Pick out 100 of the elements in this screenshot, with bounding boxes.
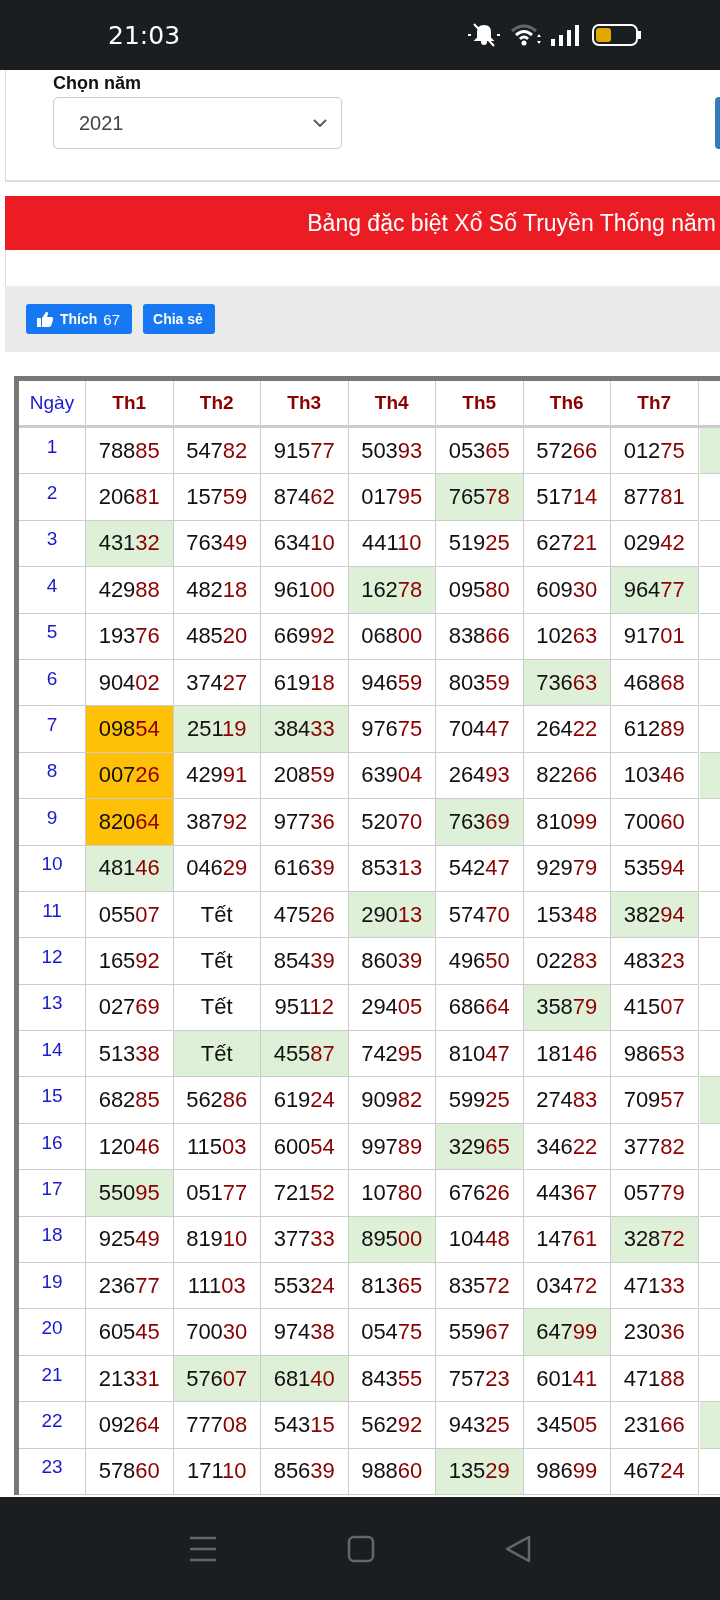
result-number: 85439 [273,948,335,974]
result-number: 51338 [98,1040,160,1067]
result-number: 60930 [536,576,598,603]
result-number: 47133 [623,1272,685,1299]
result-number: 53594 [623,855,685,882]
result-number: 02942 [623,530,685,557]
result-number: 60141 [536,1365,598,1392]
result-number: 76578 [448,484,510,511]
result-number: 59925 [448,1087,510,1114]
banner-title: Bảng đặc biệt Xổ Số Truyền Thống năm [307,209,716,237]
result-number: 19376 [98,623,160,650]
result-number: 41507 [623,994,685,1021]
result-number: 16592 [98,948,160,974]
result-number: 87462 [273,484,335,511]
result-number: 49650 [448,948,510,974]
result-number: 05365 [448,437,510,464]
result-number: 99789 [361,1133,423,1160]
result-number: 81365 [361,1272,423,1299]
result-number: 81047 [448,1040,510,1067]
back-triangle-icon[interactable] [505,1534,531,1563]
result-number: 86039 [361,948,423,974]
result-number: 60054 [273,1133,335,1160]
result-number: 13529 [448,1458,510,1485]
menu-icon[interactable] [189,1535,217,1562]
result-number: 92979 [536,855,598,882]
result-number: 09264 [98,1411,160,1438]
result-number: 81910 [186,1226,248,1253]
result-number: 38294 [623,901,685,928]
share-button[interactable]: Chia sẻ [143,304,215,334]
result-number: 18146 [536,1040,598,1067]
holiday-cell: Tết [173,938,261,985]
result-number: 02769 [98,994,160,1021]
year-select[interactable]: 2021 [53,97,342,149]
result-number: 15759 [186,484,248,511]
result-number: 57470 [448,901,510,928]
result-number: 10346 [623,762,685,789]
result-number: 27483 [536,1087,598,1114]
result-number: 23677 [98,1272,160,1299]
result-number: 44110 [361,530,422,557]
result-number: 26422 [536,716,598,743]
result-number: 68140 [273,1365,335,1392]
result-number: 55095 [98,1179,160,1206]
chevron-down-icon [313,118,327,128]
result-number: 10448 [448,1226,510,1253]
result-number: 57860 [98,1458,160,1485]
side-button[interactable] [715,97,720,149]
result-number: 43132 [98,530,160,557]
square-icon[interactable] [347,1534,375,1563]
result-number: 05779 [623,1179,685,1206]
result-number: 63410 [273,530,335,557]
result-number: 48520 [186,623,248,650]
result-number: 94325 [448,1411,510,1438]
result-number: 75723 [448,1365,510,1392]
clock: 21:03 [108,20,181,50]
result-number: 91701 [623,623,685,650]
result-number: 97675 [361,716,423,743]
result-number: 12046 [98,1133,160,1160]
result-number: 54315 [273,1411,335,1438]
result-number: 01275 [623,437,685,464]
result-number: 61639 [273,855,335,882]
result-number: 68664 [448,994,510,1021]
result-number: 96100 [273,576,335,603]
result-number: 29405 [361,994,423,1021]
result-number: 48146 [98,855,160,882]
result-number: 20859 [273,762,335,789]
result-number: 21331 [98,1365,160,1392]
result-number: 57266 [536,437,598,464]
result-number: 90402 [98,669,160,696]
result-number: 14761 [536,1226,598,1253]
result-number: 04629 [186,855,248,882]
result-number: 82064 [98,808,160,835]
result-number: 64799 [536,1319,598,1346]
result-number: 97736 [273,808,335,835]
year-label: Chọn năm [53,72,142,94]
result-number: 46724 [623,1458,685,1485]
result-number: 62721 [536,530,598,557]
thumbs-up-icon [36,310,54,328]
result-number: 37733 [273,1226,335,1253]
result-number: 10780 [361,1179,423,1206]
like-button[interactable]: Thích 67 [26,304,133,334]
result-number: 89500 [361,1226,423,1253]
result-number: 76349 [186,530,248,557]
result-number: 45587 [273,1040,335,1067]
result-number: 96477 [623,576,685,603]
result-number: 63904 [361,762,423,789]
result-number: 98860 [361,1458,423,1485]
result-number: 52070 [361,808,423,835]
result-number: 85313 [361,855,423,882]
result-number: 34505 [536,1411,598,1438]
result-number: 56286 [186,1087,248,1114]
result-number: 81099 [536,808,598,835]
result-number: 26493 [448,762,510,789]
result-number: 29013 [361,901,423,928]
result-number: 05475 [361,1319,423,1346]
result-number: 54782 [186,437,248,464]
holiday-cell: Tết [173,891,261,939]
result-number: 90982 [361,1087,423,1114]
result-number: 83572 [448,1272,510,1299]
result-number: 38433 [273,716,335,743]
holiday-cell: Tết [173,984,261,1032]
